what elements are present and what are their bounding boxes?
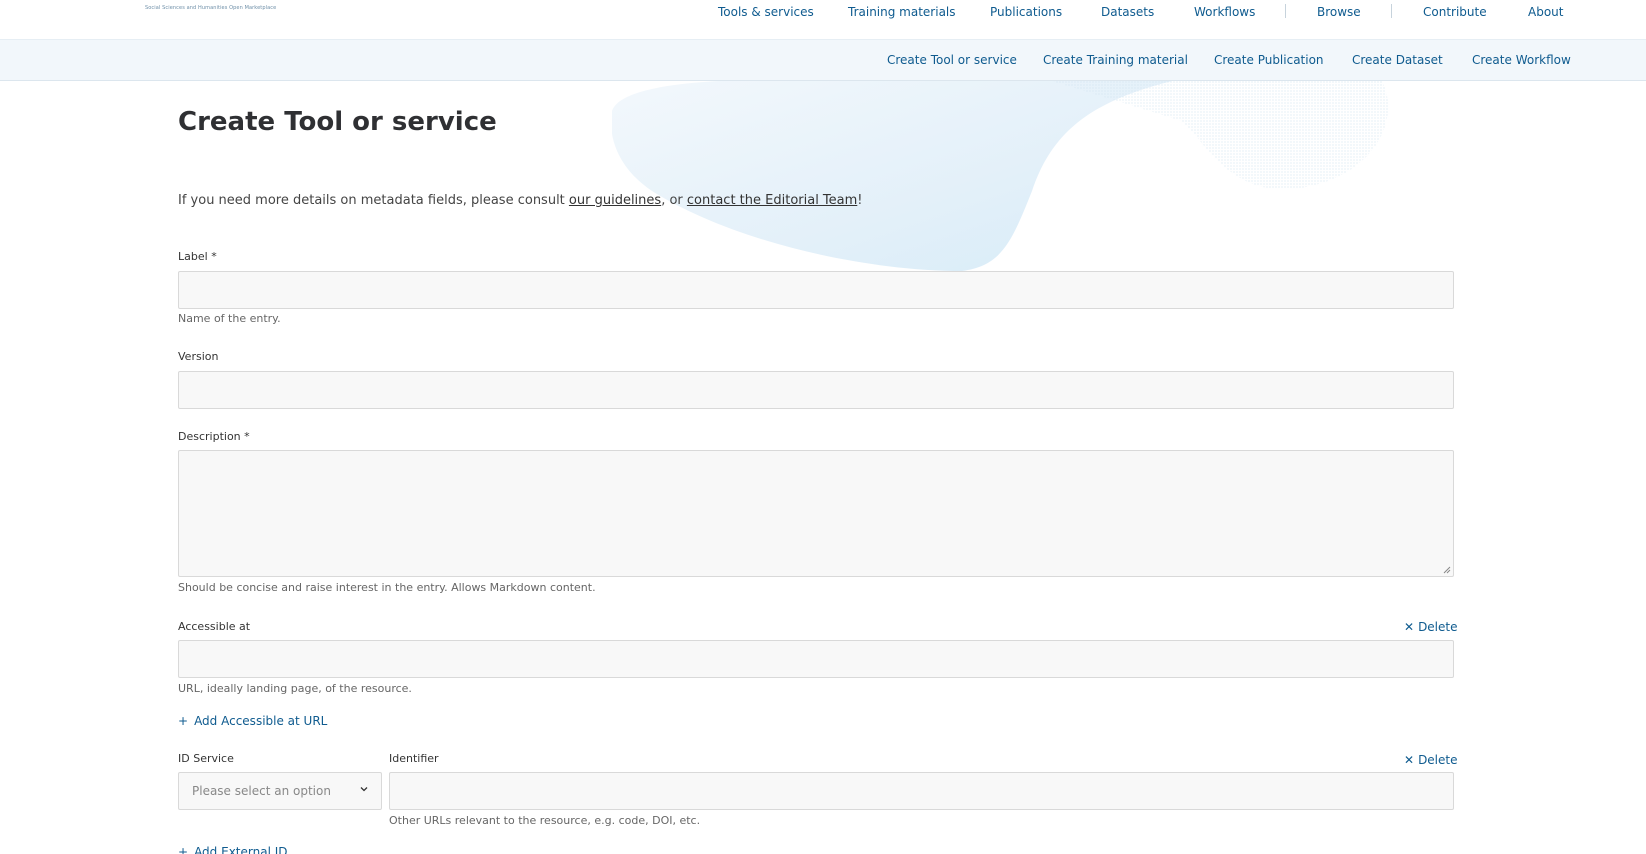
description-textarea[interactable] — [178, 450, 1454, 577]
accessible-at-delete-button[interactable]: ✕ Delete — [1404, 620, 1458, 634]
intro-text: If you need more details on metadata fie… — [178, 192, 863, 209]
close-icon: ✕ — [1404, 620, 1415, 634]
create-subnav: Create Tool or service Create Training m… — [0, 40, 1646, 81]
id-service-placeholder: Please select an option — [192, 784, 331, 798]
intro-text-part: ! — [857, 193, 863, 208]
required-marker: * — [244, 430, 250, 443]
intro-text-part: , or — [661, 193, 687, 208]
label-hint: Name of the entry. — [178, 312, 281, 325]
nav-training-materials[interactable]: Training materials — [848, 5, 956, 19]
id-service-field-label: ID Service — [178, 752, 234, 765]
site-tagline: Social Sciences and Humanities Open Mark… — [145, 5, 277, 11]
add-external-id-button[interactable]: + Add External ID — [178, 845, 288, 854]
subnav-create-workflow[interactable]: Create Workflow — [1472, 53, 1571, 67]
top-header: Social Sciences and Humanities Open Mark… — [0, 0, 1646, 40]
subnav-create-publication[interactable]: Create Publication — [1214, 53, 1324, 67]
add-label: Add Accessible at URL — [194, 714, 328, 728]
editorial-team-link[interactable]: contact the Editorial Team — [687, 193, 857, 208]
subnav-create-tool[interactable]: Create Tool or service — [887, 53, 1017, 67]
label-field-label: Label * — [178, 250, 217, 264]
page-title: Create Tool or service — [178, 107, 497, 137]
plus-icon: + — [178, 714, 189, 728]
nav-browse[interactable]: Browse — [1317, 5, 1361, 19]
delete-label: Delete — [1418, 753, 1458, 767]
identifier-field-label: Identifier — [389, 752, 439, 765]
decorative-blob-graphic — [612, 81, 1388, 271]
description-field-label: Description * — [178, 430, 250, 444]
resize-handle-icon[interactable] — [1443, 566, 1451, 574]
description-field-label-text: Description — [178, 430, 241, 443]
nav-contribute[interactable]: Contribute — [1423, 5, 1487, 19]
accessible-at-input[interactable] — [178, 640, 1454, 678]
nav-tools-services[interactable]: Tools & services — [718, 5, 814, 19]
nav-divider — [1285, 4, 1286, 18]
accessible-at-field-label: Accessible at — [178, 620, 251, 633]
nav-workflows[interactable]: Workflows — [1194, 5, 1255, 19]
external-id-delete-button[interactable]: ✕ Delete — [1404, 753, 1458, 767]
delete-label: Delete — [1418, 620, 1458, 634]
nav-datasets[interactable]: Datasets — [1101, 5, 1154, 19]
nav-publications[interactable]: Publications — [990, 5, 1062, 19]
intro-text-part: If you need more details on metadata fie… — [178, 193, 569, 208]
required-marker: * — [211, 250, 217, 263]
nav-about[interactable]: About — [1528, 5, 1563, 19]
label-input[interactable] — [178, 271, 1454, 309]
description-hint: Should be concise and raise interest in … — [178, 581, 596, 594]
guidelines-link[interactable]: our guidelines — [569, 193, 661, 208]
version-field-label: Version — [178, 350, 219, 363]
subnav-create-training-material[interactable]: Create Training material — [1043, 53, 1188, 67]
plus-icon: + — [178, 845, 189, 854]
subnav-create-dataset[interactable]: Create Dataset — [1352, 53, 1443, 67]
label-field-label-text: Label — [178, 250, 208, 263]
nav-divider — [1391, 4, 1392, 18]
chevron-down-icon — [360, 787, 368, 792]
add-label: Add External ID — [194, 845, 288, 854]
version-input[interactable] — [178, 371, 1454, 409]
accessible-at-hint: URL, ideally landing page, of the resour… — [178, 682, 412, 695]
id-service-select[interactable]: Please select an option — [178, 772, 382, 810]
close-icon: ✕ — [1404, 753, 1415, 767]
identifier-hint: Other URLs relevant to the resource, e.g… — [389, 814, 701, 827]
identifier-input[interactable] — [389, 772, 1454, 810]
add-accessible-at-url-button[interactable]: + Add Accessible at URL — [178, 714, 327, 728]
